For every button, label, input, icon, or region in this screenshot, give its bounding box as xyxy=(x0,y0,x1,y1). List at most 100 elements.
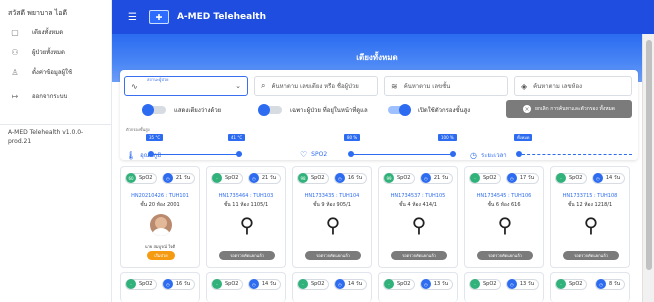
sidebar-item-user-settings[interactable]: ♙ ตั้งค่าข้อมูลผู้ใช้ xyxy=(0,64,112,80)
bed-room: ชั้น 12 ห้อง 1218/1 xyxy=(567,202,613,208)
search-patient-input[interactable]: ⌕ ค้นหาตาม เลขเตียง หรือ ชื่อผู้ป่วย xyxy=(254,76,378,96)
page-title: เตียงทั้งหมด xyxy=(356,53,398,62)
sidebar-item-all-beds[interactable]: ▢ เตียงทั้งหมด xyxy=(0,24,112,40)
app-title: A-MED Telehealth xyxy=(176,12,266,22)
days-label: 14 วัน xyxy=(347,281,362,287)
toggle-my-patients[interactable]: เฉพาะผู้ป่วย ที่อยู่ในหน้าที่ดูแล xyxy=(258,104,368,116)
sidebar-item-label: เตียงทั้งหมด xyxy=(32,29,64,36)
toggle-switch[interactable] xyxy=(258,104,282,116)
spo2-value: - xyxy=(298,279,308,289)
spo2-slider-track[interactable] xyxy=(350,154,454,155)
temperature-slider-track[interactable] xyxy=(150,154,242,155)
search-floor-input[interactable]: ≋ ค้นหาตาม เลขชั้น xyxy=(384,76,508,96)
spo2-label: SpO2 xyxy=(483,281,497,287)
search-room-input[interactable]: ◈ ค้นหาตาม เลขห้อง xyxy=(514,76,632,96)
toggle-switch[interactable] xyxy=(142,104,166,116)
temperature-slider-min-handle[interactable] xyxy=(148,151,154,157)
spo2-badge: - SpO2 xyxy=(469,278,502,290)
avatar: ⚲ xyxy=(407,213,431,237)
avatar: ⚲ xyxy=(493,213,517,237)
spo2-value: - xyxy=(126,279,136,289)
scrollbar-thumb[interactable] xyxy=(646,40,652,270)
bed-card[interactable]: - SpO2 ◷ 21 วัน HN1735464 : TUH103 ชั้น 11… xyxy=(206,166,286,268)
pulse-icon: ∿ xyxy=(131,81,138,91)
spo2-badge: - SpO2 xyxy=(555,172,588,184)
days-label: 14 วัน xyxy=(605,175,620,181)
spo2-filter-label: ♡ SPO2 xyxy=(300,150,327,159)
spo2-min-tag: 80 % xyxy=(344,134,361,141)
clock-icon: ◷ xyxy=(420,279,431,289)
chevron-down-icon: ⌄ xyxy=(235,82,241,90)
status-badge: รอตรวจคัดแยกแล้ว xyxy=(391,251,447,260)
sidebar-divider xyxy=(0,124,112,125)
clock-icon: ◷ xyxy=(596,279,606,289)
days-label: 16 วัน xyxy=(347,175,362,181)
spo2-label: SpO2 xyxy=(139,175,153,181)
spo2-value: - xyxy=(470,279,480,289)
duration-slider-track[interactable] xyxy=(522,154,632,155)
spo2-slider-min-handle[interactable] xyxy=(348,151,354,157)
bed-card[interactable]: - SpO2 ◷ 8 วัน xyxy=(550,272,630,302)
bed-card[interactable]: - SpO2 ◷ 17 วัน HN1734545 : TUH106 ชั้น 6 … xyxy=(464,166,544,268)
spo2-badge: - SpO2 xyxy=(555,278,588,290)
bed-card[interactable]: - SpO2 ◷ 13 วัน xyxy=(378,272,458,302)
spo2-badge: - SpO2 xyxy=(297,278,330,290)
filter-panel: สถานะผู้ป่วย ∿ ⌄ ⌕ ค้นหาตาม เลขเตียง หรื… xyxy=(120,70,638,160)
bed-card[interactable]: - SpO2 ◷ 13 วัน xyxy=(464,272,544,302)
bed-card[interactable]: 99 SpO2 ◷ 21 วัน HN1734537 : TUH105 ชั้น 4… xyxy=(378,166,458,268)
spo2-slider-max-handle[interactable] xyxy=(450,151,456,157)
toggle-advanced-label: เปิดใช้ตัวกรองขั้นสูง xyxy=(418,107,471,114)
spo2-label: SpO2 xyxy=(483,175,497,181)
search-floor-placeholder: ค้นหาตาม เลขชั้น xyxy=(403,83,451,90)
status-badge: รอตรวจคัดแยกแล้ว xyxy=(477,251,533,260)
spo2-label: SpO2 xyxy=(311,281,325,287)
spo2-value: - xyxy=(556,173,566,183)
clock-icon: ◷ xyxy=(592,173,603,183)
spo2-value: - xyxy=(212,279,222,289)
patient-status-select[interactable]: สถานะผู้ป่วย ∿ ⌄ xyxy=(124,76,248,96)
search-icon: ⌕ xyxy=(261,81,266,90)
temperature-slider-max-handle[interactable] xyxy=(236,151,242,157)
days-badge: ◷ 21 วัน xyxy=(419,172,453,184)
bed-room: ชั้น 20 ห้อง 2001 xyxy=(140,202,180,208)
bed-card[interactable]: 60 SpO2 ◷ 21 วัน HN20210426 : TUH101 ชั้น … xyxy=(120,166,200,268)
bed-card[interactable]: - SpO2 ◷ 14 วัน xyxy=(206,272,286,302)
clock-icon: ◷ xyxy=(248,173,259,183)
patient-hn: HN1733715 : TUH108 xyxy=(562,193,618,199)
clock-icon: ◷ xyxy=(162,279,173,289)
bed-card[interactable]: - SpO2 ◷ 16 วัน xyxy=(120,272,200,302)
temp-min-tag: 35 °C xyxy=(146,134,164,141)
days-label: 16 วัน xyxy=(175,281,190,287)
status-select-label: สถานะผู้ป่วย xyxy=(147,77,169,82)
toggle-advanced-filter[interactable]: เปิดใช้ตัวกรองขั้นสูง xyxy=(388,104,470,116)
hamburger-menu-icon[interactable]: ☰ xyxy=(128,12,137,23)
heart-icon: ♡ xyxy=(300,150,308,159)
top-bar: ☰ ✚ A-MED Telehealth xyxy=(112,0,654,34)
duration-label-text: ระยะเวลา xyxy=(480,152,507,159)
bed-card[interactable]: - SpO2 ◷ 14 วัน HN1733715 : TUH108 ชั้น 12… xyxy=(550,166,630,268)
days-badge: ◷ 14 วัน xyxy=(591,172,625,184)
toggle-switch[interactable] xyxy=(388,104,411,116)
patient-hn: HN1734545 : TUH106 xyxy=(476,193,532,199)
spo2-label: SpO2 xyxy=(225,175,239,181)
toggle-show-empty-beds[interactable]: แสดงเตียงว่างด้วย xyxy=(142,104,221,116)
bed-card[interactable]: 98 SpO2 ◷ 16 วัน HN1733435 : TUH104 ชั้น 9… xyxy=(292,166,372,268)
vertical-scrollbar[interactable] xyxy=(642,34,654,302)
avatar: ⚲ xyxy=(235,213,259,237)
sidebar-item-all-patients[interactable]: ⚇ ผู้ป่วยทั้งหมด xyxy=(0,44,112,60)
reset-filters-button[interactable]: × ยกเลิก การค้นหาและตัวกรอง ทั้งหมด xyxy=(506,100,632,118)
sidebar-item-logout[interactable]: ↦ ออกจากระบบ xyxy=(0,88,112,104)
days-label: 13 วัน xyxy=(433,281,448,287)
spo2-badge: 60 SpO2 xyxy=(125,172,158,184)
spo2-label: SpO2 xyxy=(397,281,411,287)
days-badge: ◷ 21 วัน xyxy=(247,172,281,184)
sidebar-item-label: ผู้ป่วยทั้งหมด xyxy=(32,49,65,56)
days-badge: ◷ 17 วัน xyxy=(505,172,539,184)
days-badge: ◷ 13 วัน xyxy=(505,278,539,290)
clock-icon: ◷ xyxy=(506,279,517,289)
bed-card[interactable]: - SpO2 ◷ 14 วัน xyxy=(292,272,372,302)
spo2-value: - xyxy=(556,279,566,289)
bed-room: ชั้น 9 ห้อง 905/1 xyxy=(313,202,351,208)
spo2-label: SpO2 xyxy=(311,175,325,181)
sidebar-item-label: ตั้งค่าข้อมูลผู้ใช้ xyxy=(32,69,73,76)
